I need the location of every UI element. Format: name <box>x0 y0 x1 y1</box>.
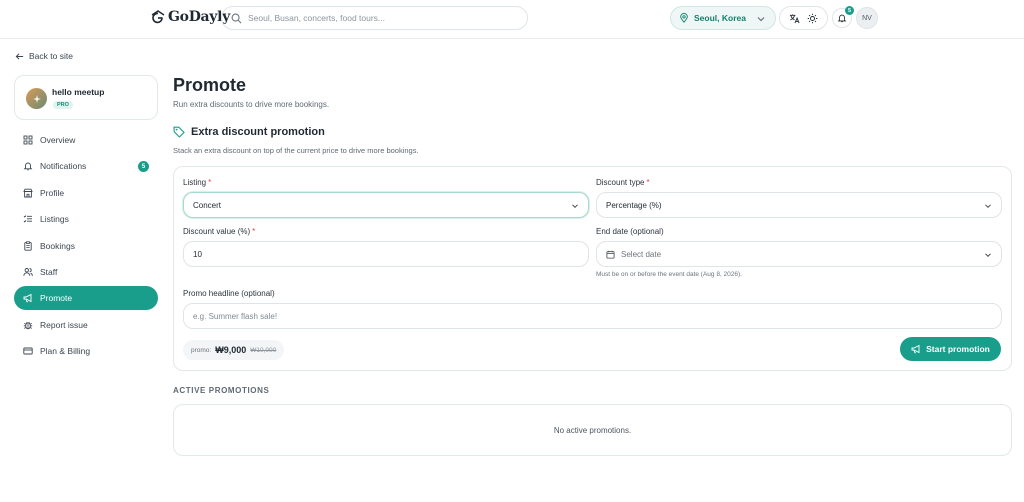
sidebar-item-staff[interactable]: Staff <box>14 260 158 284</box>
logo[interactable]: GoDayly <box>150 9 230 25</box>
users-icon <box>23 268 33 276</box>
end-date-hint: Must be on or before the event date (Aug… <box>596 271 742 278</box>
tag-icon <box>173 126 185 138</box>
notifications-count-badge: 5 <box>138 161 149 173</box>
list-icon <box>23 215 32 223</box>
map-pin-icon <box>680 13 688 23</box>
bell-icon <box>837 14 847 23</box>
listing-label-text: Listing <box>183 178 207 187</box>
required-mark: * <box>252 227 256 236</box>
calendar-icon <box>606 250 615 259</box>
sun-icon[interactable] <box>807 13 818 24</box>
chevron-down-icon <box>572 204 578 209</box>
search-input[interactable] <box>248 13 508 23</box>
end-date-picker[interactable]: Select date <box>596 241 1002 267</box>
original-price: ₩10,000 <box>250 346 277 354</box>
user-avatar[interactable]: NV <box>856 7 878 29</box>
active-promotions-heading: ACTIVE PROMOTIONS <box>173 386 270 395</box>
profile-avatar <box>26 88 47 109</box>
section-title-text: Extra discount promotion <box>191 126 325 138</box>
card-icon <box>23 347 33 355</box>
promotion-form: Listing * Concert Discount type * Percenta… <box>173 166 1012 371</box>
discount-type-select[interactable]: Percentage (%) <box>596 192 1002 218</box>
arrow-left-icon <box>15 52 24 60</box>
sidebar-item-label: Staff <box>40 266 58 277</box>
required-mark: * <box>208 178 212 187</box>
required-mark: * <box>646 178 650 187</box>
sidebar-item-notifications[interactable]: Notifications 5 <box>14 154 158 178</box>
discount-type-value: Percentage (%) <box>606 200 662 210</box>
discount-value-field[interactable] <box>183 241 589 267</box>
sparkle-icon <box>32 94 41 103</box>
price-preview: promo: ₩9,000 ₩10,000 <box>183 340 285 360</box>
sidebar-item-label: Bookings <box>40 240 75 251</box>
chevron-down-icon <box>985 253 991 258</box>
active-promotions-list: No active promotions. <box>173 404 1012 456</box>
notifications-button[interactable]: 5 <box>832 6 854 28</box>
sidebar-item-profile[interactable]: Profile <box>14 181 158 205</box>
start-promotion-label: Start promotion <box>926 344 990 354</box>
listing-select[interactable]: Concert <box>183 192 589 218</box>
profile-name: hello meetup <box>52 87 105 97</box>
sidebar-item-plan-billing[interactable]: Plan & Billing <box>14 339 158 363</box>
search-icon <box>231 13 242 23</box>
headline-field[interactable] <box>183 303 1002 329</box>
sidebar-item-promote[interactable]: Promote <box>14 286 158 311</box>
sidebar-item-listings[interactable]: Listings <box>14 207 158 231</box>
discount-value-input[interactable] <box>193 249 569 259</box>
search-bar[interactable] <box>221 6 528 30</box>
discount-type-label: Discount type * <box>596 178 650 187</box>
location-selector[interactable]: Seoul, Korea <box>670 6 776 30</box>
page-title: Promote <box>173 75 247 95</box>
sidebar-item-label: Overview <box>40 135 76 145</box>
sidebar-item-label: Plan & Billing <box>40 346 91 357</box>
start-promotion-button[interactable]: Start promotion <box>900 337 1001 361</box>
notification-badge: 5 <box>845 6 854 15</box>
sidebar-item-label: Profile <box>40 187 65 198</box>
section-title: Extra discount promotion <box>173 126 325 138</box>
location-label: Seoul, Korea <box>694 13 746 23</box>
store-icon <box>23 188 33 198</box>
end-date-label: End date (optional) <box>596 227 664 236</box>
sidebar-item-label: Listings <box>40 214 69 225</box>
bell-icon <box>23 162 33 171</box>
sidebar-item-bookings[interactable]: Bookings <box>14 234 158 258</box>
megaphone-icon <box>911 344 920 354</box>
sidebar-item-overview[interactable]: Overview <box>14 128 158 152</box>
utility-buttons <box>779 6 828 30</box>
sidebar-item-label: Report issue <box>40 319 88 330</box>
megaphone-icon <box>23 294 32 303</box>
promo-price: ₩9,000 <box>215 345 247 355</box>
sidebar-item-report-issue[interactable]: Report issue <box>14 313 158 337</box>
discount-value-label-text: Discount value (%) <box>183 227 251 236</box>
sidebar-item-label: Promote <box>40 293 73 304</box>
headline-label: Promo headline (optional) <box>183 289 275 298</box>
bug-icon <box>23 321 33 329</box>
discount-type-label-text: Discount type <box>596 178 645 187</box>
discount-value-label: Discount value (%) * <box>183 227 255 236</box>
listing-value: Concert <box>193 200 222 210</box>
section-subtitle: Stack an extra discount on top of the cu… <box>173 146 419 155</box>
chevron-down-icon <box>985 204 991 209</box>
page-subtitle: Run extra discounts to drive more bookin… <box>173 100 330 109</box>
pro-badge: PRO <box>53 101 73 109</box>
end-date-placeholder: Select date <box>621 249 662 259</box>
back-label: Back to site <box>29 51 73 61</box>
clipboard-icon <box>24 240 32 251</box>
chevron-down-icon <box>757 17 765 22</box>
price-label: promo: <box>191 346 212 354</box>
listing-label: Listing * <box>183 178 211 187</box>
back-to-site-link[interactable]: Back to site <box>15 51 73 61</box>
profile-card[interactable]: hello meetup PRO <box>14 75 158 120</box>
logo-mark-icon <box>151 10 165 24</box>
grid-icon <box>23 135 33 145</box>
sidebar-item-label: Notifications <box>40 161 87 172</box>
empty-state-text: No active promotions. <box>553 425 632 435</box>
headline-input[interactable] <box>193 311 961 321</box>
sidebar-nav: Overview Notifications 5 Profile Listing… <box>14 128 158 366</box>
translate-icon[interactable] <box>789 13 800 24</box>
top-bar: GoDayly Seoul, Korea 5 <box>0 0 1024 39</box>
